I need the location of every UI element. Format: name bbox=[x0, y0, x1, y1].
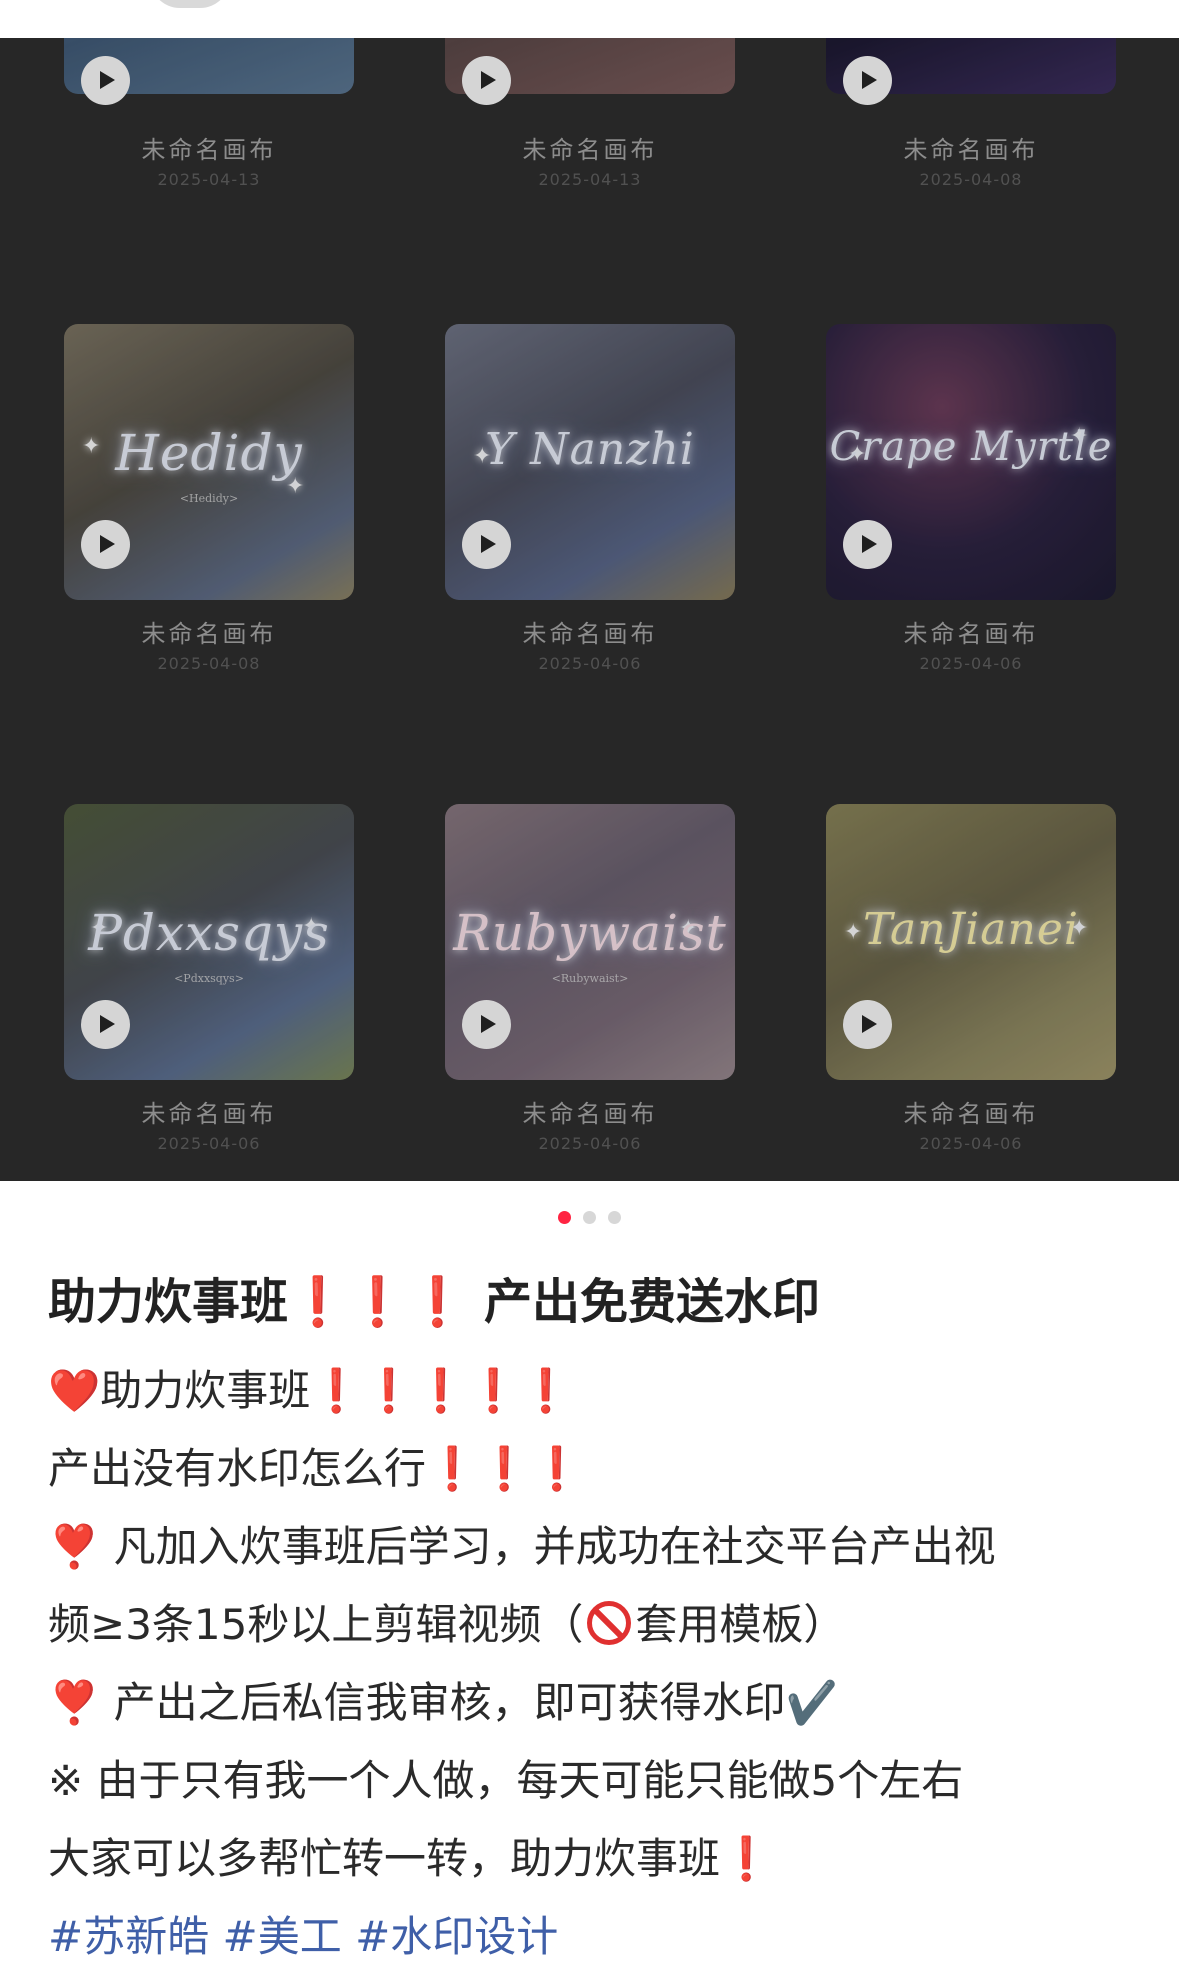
canvas-title: 未命名画布 bbox=[903, 1100, 1039, 1128]
canvas-title: 未命名画布 bbox=[522, 1100, 658, 1128]
body-text: 产出之后私信我审核，即可获得水印✔️ bbox=[113, 1678, 838, 1727]
play-icon[interactable] bbox=[462, 56, 511, 105]
body-line: 大家可以多帮忙转一转，助力炊事班❗️ bbox=[48, 1820, 1148, 1898]
play-icon[interactable] bbox=[843, 1000, 892, 1049]
play-icon[interactable] bbox=[81, 1000, 130, 1049]
carousel-indicator[interactable] bbox=[0, 1211, 1179, 1225]
play-icon[interactable] bbox=[843, 520, 892, 569]
heart-icon: ❤️ bbox=[48, 1366, 101, 1415]
script-signature: TanJianei bbox=[863, 904, 1079, 955]
script-signature: Rubywaist bbox=[453, 904, 727, 962]
play-icon[interactable] bbox=[462, 1000, 511, 1049]
canvas-title: 未命名画布 bbox=[141, 1100, 277, 1128]
canvas-date: 2025-04-06 bbox=[538, 654, 642, 673]
canvas-date: 2025-04-06 bbox=[538, 1134, 642, 1153]
canvas-title: 未命名画布 bbox=[141, 136, 277, 164]
canvas-date: 2025-04-13 bbox=[157, 170, 261, 189]
post-body: ❤️助力炊事班❗️❗️❗️❗️❗️ 产出没有水印怎么行❗️❗️❗️ ❣️ 凡加入… bbox=[48, 1352, 1148, 1969]
prohibited-icon bbox=[587, 1601, 632, 1645]
body-text: 大家可以多帮忙转一转，助力炊事班 bbox=[48, 1834, 721, 1883]
canvas-date: 2025-04-06 bbox=[157, 1134, 261, 1153]
canvas-title: 未命名画布 bbox=[141, 620, 277, 648]
post-title: 助力炊事班❗️❗️❗️ 产出免费送水印 bbox=[48, 1262, 820, 1332]
canvas-date: 2025-04-06 bbox=[919, 1134, 1023, 1153]
image-gallery[interactable]: 未命名画布 2025-04-13 未命名画布 2025-04-13 未命名画布 … bbox=[0, 38, 1179, 1181]
body-line: ❣️ 产出之后私信我审核，即可获得水印✔️ bbox=[48, 1664, 1148, 1742]
body-line: ❤️助力炊事班❗️❗️❗️❗️❗️ bbox=[48, 1352, 1148, 1430]
body-text: 套用模板） bbox=[635, 1600, 846, 1649]
carousel-dot[interactable] bbox=[558, 1211, 571, 1224]
canvas-date: 2025-04-06 bbox=[919, 654, 1023, 673]
play-icon[interactable] bbox=[843, 56, 892, 105]
post-title-suffix: 产出免费送水印 bbox=[467, 1274, 821, 1330]
body-line: 产出没有水印怎么行❗️❗️❗️ bbox=[48, 1430, 1148, 1508]
canvas-date: 2025-04-08 bbox=[157, 654, 261, 673]
heart-exclamation-icon: ❣️ bbox=[48, 1522, 101, 1571]
play-icon[interactable] bbox=[81, 56, 130, 105]
script-signature: Hedidy bbox=[115, 424, 303, 482]
body-line: ※ 由于只有我一个人做，每天可能只能做5个左右 bbox=[48, 1742, 1148, 1820]
avatar[interactable] bbox=[150, 0, 230, 8]
body-text: ※ 由于只有我一个人做，每天可能只能做5个左右 bbox=[48, 1756, 964, 1805]
hashtag-links[interactable]: #苏新皓 #美工 #水印设计 bbox=[48, 1898, 1148, 1969]
body-line: 频≥3条15秒以上剪辑视频（ 套用模板） bbox=[48, 1586, 1148, 1664]
exclamation-icon: ❗️❗️❗️ bbox=[426, 1444, 583, 1493]
body-text: 凡加入炊事班后学习，并成功在社交平台产出视 bbox=[113, 1522, 996, 1571]
play-icon[interactable] bbox=[81, 520, 130, 569]
script-subtitle: <Rubywaist> bbox=[551, 972, 629, 985]
body-text: 频≥3条15秒以上剪辑视频（ bbox=[48, 1600, 584, 1649]
canvas-title: 未命名画布 bbox=[903, 136, 1039, 164]
canvas-date: 2025-04-13 bbox=[538, 170, 642, 189]
script-subtitle: <Hedidy> bbox=[179, 492, 239, 505]
script-signature: Y Nanzhi bbox=[485, 424, 695, 475]
canvas-title: 未命名画布 bbox=[522, 136, 658, 164]
canvas-date: 2025-04-08 bbox=[919, 170, 1023, 189]
script-signature: Pdxxsqys bbox=[88, 904, 330, 962]
top-bar bbox=[0, 0, 1179, 38]
canvas-title: 未命名画布 bbox=[522, 620, 658, 648]
exclamation-icon: ❗️❗️❗️ bbox=[288, 1274, 468, 1330]
post-title-text: 助力炊事班 bbox=[48, 1274, 289, 1330]
carousel-dot[interactable] bbox=[583, 1211, 596, 1224]
body-line: ❣️ 凡加入炊事班后学习，并成功在社交平台产出视 bbox=[48, 1508, 1148, 1586]
exclamation-icon: ❗️❗️❗️❗️❗️ bbox=[310, 1366, 572, 1415]
canvas-title: 未命名画布 bbox=[903, 620, 1039, 648]
play-icon[interactable] bbox=[462, 520, 511, 569]
script-subtitle: <Pdxxsqys> bbox=[174, 972, 244, 985]
script-signature: Crape Myrtle bbox=[829, 424, 1113, 470]
heart-exclamation-icon: ❣️ bbox=[48, 1678, 101, 1727]
exclamation-icon: ❗️ bbox=[720, 1834, 773, 1883]
body-text: 助力炊事班 bbox=[100, 1366, 311, 1415]
body-text: 产出没有水印怎么行 bbox=[48, 1444, 427, 1493]
carousel-dot[interactable] bbox=[608, 1211, 621, 1224]
